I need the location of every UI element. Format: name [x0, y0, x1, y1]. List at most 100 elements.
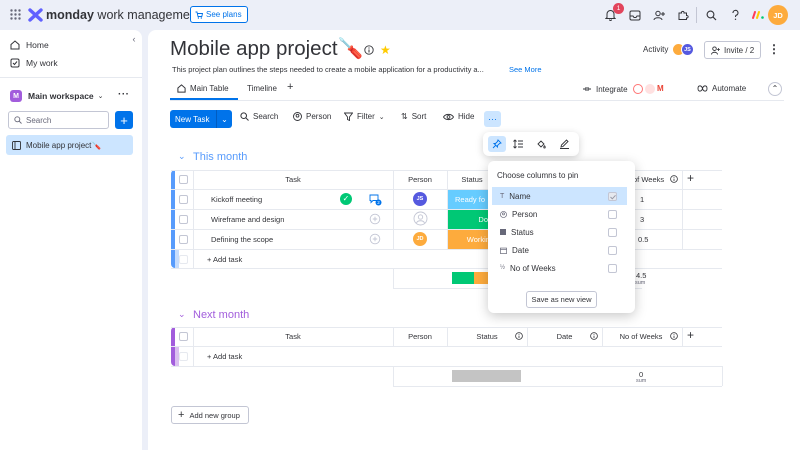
see-plans-button[interactable]: See plans: [190, 6, 248, 23]
weeks-value[interactable]: 3: [640, 215, 644, 224]
row-checkbox[interactable]: [179, 215, 188, 224]
weeks-value[interactable]: 0.5: [638, 235, 648, 244]
add-column-icon[interactable]: +: [687, 328, 694, 342]
workspace-selector[interactable]: M Main workspace ⌄: [10, 88, 104, 104]
tab-timeline[interactable]: Timeline: [247, 84, 277, 93]
add-task-button[interactable]: + Add task: [207, 352, 242, 361]
sidebar-item-my-work[interactable]: My work: [10, 55, 58, 71]
pin-checkbox[interactable]: [608, 227, 617, 237]
search-icon[interactable]: [702, 6, 720, 24]
updates-icon[interactable]: 2: [368, 192, 383, 207]
new-task-button[interactable]: New Task ⌄: [170, 110, 232, 128]
task-name[interactable]: Kickoff meeting: [211, 195, 262, 204]
automate-button[interactable]: Automate: [697, 84, 746, 93]
see-more-link[interactable]: See More: [509, 65, 542, 74]
pin-checkbox[interactable]: [608, 245, 617, 255]
column-header-task[interactable]: Task: [193, 175, 393, 184]
add-new-group-button[interactable]: + Add new group: [171, 406, 249, 424]
pin-checkbox[interactable]: [608, 191, 617, 201]
filter-button[interactable]: Filter ⌄: [344, 112, 385, 121]
pin-checkbox[interactable]: [608, 263, 617, 273]
inbox-icon[interactable]: [626, 6, 644, 24]
select-all-checkbox[interactable]: [179, 332, 188, 341]
column-header-weeks[interactable]: of Weeks: [633, 175, 667, 184]
info-icon[interactable]: [590, 332, 598, 340]
save-as-new-view-button[interactable]: Save as new view: [526, 291, 597, 308]
add-update-icon[interactable]: [369, 233, 381, 245]
task-name[interactable]: Defining the scope: [211, 235, 273, 244]
collapse-group-icon[interactable]: ⌄: [178, 309, 186, 320]
info-icon[interactable]: [670, 332, 678, 340]
sidebar-item-home[interactable]: Home: [10, 37, 49, 53]
info-icon[interactable]: [515, 332, 523, 340]
row-checkbox[interactable]: [179, 195, 188, 204]
info-icon[interactable]: [364, 45, 374, 55]
status-label[interactable]: Ready fo: [448, 190, 492, 209]
status-label[interactable]: Do: [448, 210, 492, 229]
row-height-icon[interactable]: [513, 139, 524, 149]
more-options-button[interactable]: ···: [484, 111, 501, 127]
monday-logo-icon[interactable]: [28, 8, 43, 22]
hide-button[interactable]: Hide: [443, 112, 474, 121]
text-icon: T: [500, 192, 505, 200]
monday-products-icon[interactable]: [749, 6, 767, 24]
collapse-group-icon[interactable]: ⌄: [178, 151, 186, 162]
add-update-icon[interactable]: [369, 213, 381, 225]
chevron-down-icon[interactable]: ⌄: [217, 115, 232, 124]
invite-button[interactable]: Invite / 2: [704, 41, 761, 59]
column-header-task[interactable]: Task: [193, 332, 393, 341]
board-options-icon[interactable]: ⋮: [768, 42, 780, 56]
select-all-checkbox[interactable]: [179, 175, 188, 184]
pin-option-status[interactable]: Status: [492, 223, 627, 241]
row-checkbox[interactable]: [179, 235, 188, 244]
column-divider: [682, 327, 683, 346]
status-label[interactable]: Workin: [448, 230, 492, 249]
sidebar-item-label: My work: [26, 58, 58, 68]
integrate-button[interactable]: Integrate: [582, 84, 628, 94]
apps-grid-icon[interactable]: [10, 9, 21, 20]
group-title-next-month[interactable]: Next month: [193, 309, 249, 321]
add-column-icon[interactable]: +: [687, 171, 694, 185]
sidebar-search-input[interactable]: Search: [8, 111, 109, 129]
add-view-icon[interactable]: +: [287, 81, 293, 93]
pin-columns-button[interactable]: [488, 136, 506, 152]
popup-title: Choose columns to pin: [497, 171, 579, 180]
brand-name[interactable]: monday work management: [46, 8, 200, 22]
info-icon[interactable]: [670, 175, 678, 183]
edit-pencil-icon[interactable]: [559, 139, 570, 149]
column-header-person[interactable]: Person: [393, 175, 447, 184]
sidebar-item-board[interactable]: Mobile app project🪛: [6, 135, 133, 155]
search-button[interactable]: Search: [240, 112, 278, 121]
pin-option-name[interactable]: T Name: [492, 187, 627, 205]
sort-button[interactable]: ⇅ Sort: [401, 112, 426, 121]
column-header-person[interactable]: Person: [393, 332, 447, 341]
sidebar-add-button[interactable]: +: [115, 111, 133, 129]
apps-puzzle-icon[interactable]: [674, 6, 692, 24]
person-avatar[interactable]: JS: [413, 192, 427, 206]
pin-option-date[interactable]: Date: [492, 241, 627, 259]
activity-button[interactable]: Activity: [643, 45, 668, 54]
task-name[interactable]: Wireframe and design: [211, 215, 284, 224]
column-header-weeks[interactable]: No of Weeks: [612, 332, 670, 341]
empty-person-icon[interactable]: [413, 211, 428, 226]
board-title[interactable]: Mobile app project🪛: [170, 37, 363, 61]
workspace-options-icon[interactable]: ···: [118, 89, 130, 100]
tab-main-table[interactable]: Main Table: [177, 84, 229, 93]
pin-checkbox[interactable]: [608, 209, 617, 219]
user-avatar[interactable]: JD: [768, 5, 788, 25]
pin-option-person[interactable]: Person: [492, 205, 627, 223]
favorite-star-icon[interactable]: ★: [380, 43, 391, 57]
collapse-sidebar-icon[interactable]: ‹: [129, 34, 139, 44]
add-task-button[interactable]: + Add task: [207, 255, 242, 264]
pin-option-weeks[interactable]: ½ No of Weeks: [492, 259, 627, 277]
invite-members-icon[interactable]: [650, 6, 668, 24]
group-title-this-month[interactable]: This month: [193, 151, 247, 163]
tabs-divider: [170, 100, 784, 101]
conditional-color-icon[interactable]: [536, 139, 547, 149]
person-filter-button[interactable]: Person: [293, 112, 331, 121]
help-icon[interactable]: [726, 6, 744, 24]
person-avatar[interactable]: JD: [413, 232, 427, 246]
collapse-header-icon[interactable]: ⌃: [768, 82, 782, 96]
status-icon: [500, 229, 506, 235]
weeks-value[interactable]: 1: [640, 195, 644, 204]
